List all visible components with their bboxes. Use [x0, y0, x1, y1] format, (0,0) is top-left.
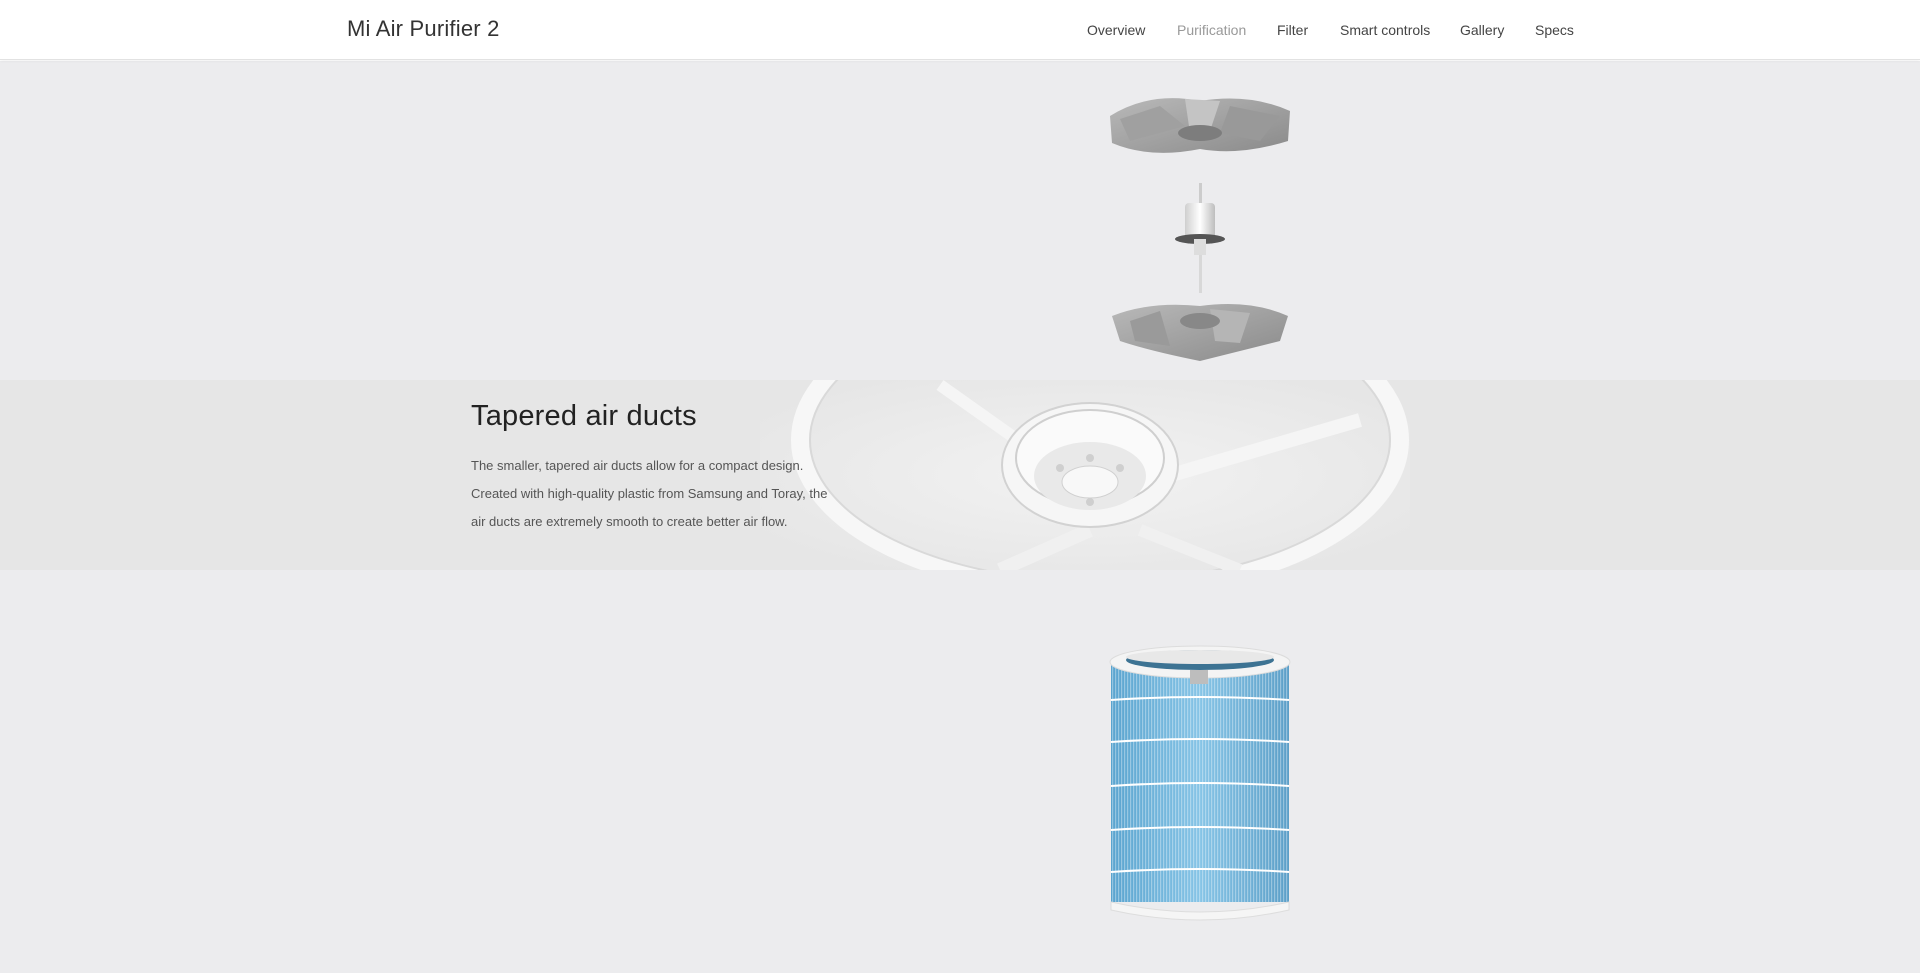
- section-nav: Overview Purification Filter Smart contr…: [0, 22, 1920, 42]
- description-line: air ducts are extremely smooth to create…: [471, 514, 788, 529]
- motor: [1175, 183, 1225, 293]
- fan-motor-section: [0, 61, 1920, 380]
- nav-overview[interactable]: Overview: [1087, 22, 1145, 38]
- description-line: Created with high-quality plastic from S…: [471, 486, 828, 501]
- tapered-air-ducts-section: Tapered air ducts The smaller, tapered a…: [0, 380, 1920, 570]
- nav-smart-controls[interactable]: Smart controls: [1340, 22, 1430, 38]
- ducts-text-block: Tapered air ducts The smaller, tapered a…: [471, 400, 871, 536]
- nav-gallery[interactable]: Gallery: [1460, 22, 1504, 38]
- lower-impeller: [1112, 303, 1288, 361]
- nav-purification[interactable]: Purification: [1177, 22, 1246, 38]
- description-line: The smaller, tapered air ducts allow for…: [471, 458, 804, 473]
- filter-section: [0, 570, 1920, 974]
- filter-cartridge-illustration: [1109, 645, 1291, 921]
- section-heading: Tapered air ducts: [471, 400, 697, 432]
- section-description: The smaller, tapered air ducts allow for…: [471, 452, 871, 536]
- nav-filter[interactable]: Filter: [1277, 22, 1308, 38]
- upper-impeller: [1110, 98, 1290, 153]
- fan-motor-illustration: [1110, 98, 1290, 361]
- top-navigation-bar: Mi Air Purifier 2 Overview Purification …: [0, 0, 1920, 60]
- nav-specs[interactable]: Specs: [1535, 22, 1574, 38]
